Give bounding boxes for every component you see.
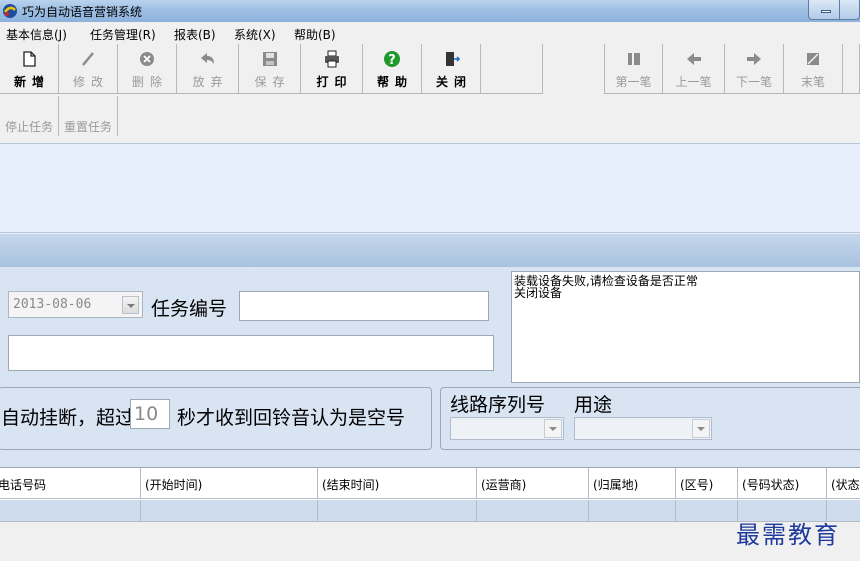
menu-bar: 基本信息(J) 任务管理(R) 报表(B) 系统(X) 帮助(B) — [0, 22, 860, 44]
line-serial-select[interactable] — [450, 417, 564, 440]
next-record-button[interactable]: 下一笔 — [725, 44, 784, 94]
printer-icon — [324, 50, 339, 68]
date-dropdown-arrow-icon[interactable] — [122, 296, 139, 314]
last-record-button[interactable]: 末笔 — [784, 44, 843, 94]
info-panel — [0, 143, 860, 233]
phone-number-grid: 电话号码 (开始时间) (结束时间) (运营商) (归属地) (区号) (号码状… — [0, 467, 860, 521]
menu-system[interactable]: 系统(X) — [234, 26, 276, 43]
pencil-icon — [82, 52, 94, 66]
reset-task-button[interactable]: 重置任务 — [59, 96, 118, 136]
auto-hangup-group: 自动挂断，超过 10 秒才收到回铃音认为是空号 — [0, 387, 432, 450]
column-header-phone[interactable]: 电话号码 — [0, 468, 141, 499]
task-number-input[interactable] — [239, 291, 489, 321]
task-number-label: 任务编号 — [151, 298, 228, 320]
column-header-location[interactable]: (归属地) — [589, 468, 676, 499]
task-description-input[interactable] — [8, 335, 494, 371]
first-record-icon — [627, 53, 640, 65]
line-settings-group: 线路序列号 用途 — [440, 387, 860, 450]
first-record-button[interactable]: 第一笔 — [604, 44, 663, 94]
save-button[interactable]: 保存 — [239, 44, 301, 94]
date-value: 2013-08-06 — [13, 297, 92, 312]
watermark: 最需教育 — [736, 521, 840, 549]
floppy-disk-icon — [262, 52, 277, 66]
column-header-number-status[interactable]: (号码状态) — [738, 468, 827, 499]
seconds-value: 10 — [134, 403, 159, 425]
svg-text:?: ? — [388, 53, 396, 68]
close-button[interactable]: 关闭 — [422, 44, 481, 94]
grid-header: 电话号码 (开始时间) (结束时间) (运营商) (归属地) (区号) (号码状… — [0, 468, 860, 499]
chevron-down-icon[interactable] — [544, 419, 562, 438]
delete-button[interactable]: 删除 — [118, 44, 177, 94]
hangup-suffix-text: 秒才收到回铃音认为是空号 — [177, 407, 406, 429]
help-button[interactable]: ? 帮助 — [363, 44, 422, 94]
column-header-end-time[interactable]: (结束时间) — [318, 468, 477, 499]
log-line: 装载设备失败,请检查设备是否正常 — [514, 274, 698, 288]
window-controls — [808, 0, 860, 20]
arrow-left-icon — [686, 53, 701, 65]
window-title: 巧为自动语音营销系统 — [22, 5, 143, 19]
section-header-band — [0, 234, 860, 267]
last-record-icon — [807, 53, 819, 65]
help-icon: ? — [384, 51, 400, 68]
title-bar: 巧为自动语音营销系统 — [0, 0, 860, 22]
usage-label: 用途 — [574, 394, 613, 416]
grid-empty-area — [0, 521, 860, 561]
task-form: 2013-08-06 任务编号 装载设备失败,请检查设备是否正常 关闭设备 自动… — [0, 267, 860, 467]
table-row[interactable] — [0, 500, 860, 521]
menu-help[interactable]: 帮助(B) — [294, 26, 336, 43]
menu-reports[interactable]: 报表(B) — [174, 26, 216, 43]
menu-task-management[interactable]: 任务管理(R) — [90, 26, 156, 43]
chevron-down-icon[interactable] — [692, 419, 710, 438]
print-button[interactable]: 打印 — [301, 44, 363, 94]
discard-button[interactable]: 放弃 — [177, 44, 239, 94]
toolbar-spacer — [481, 44, 543, 94]
delete-icon — [140, 52, 154, 66]
toolbar-overflow — [843, 44, 860, 94]
menu-basic-info[interactable]: 基本信息(J) — [6, 26, 67, 43]
stop-task-button[interactable]: 停止任务 — [0, 96, 59, 136]
app-logo-icon — [3, 4, 17, 18]
device-log: 装载设备失败,请检查设备是否正常 关闭设备 — [511, 271, 860, 383]
edit-button[interactable]: 修改 — [59, 44, 118, 94]
log-line: 关闭设备 — [514, 286, 563, 300]
minimize-button[interactable] — [821, 10, 831, 13]
exit-door-icon — [446, 52, 460, 66]
seconds-input[interactable]: 10 — [130, 399, 170, 429]
column-header-status[interactable]: (状态 — [827, 468, 860, 499]
usage-select[interactable] — [574, 417, 712, 440]
line-serial-label: 线路序列号 — [450, 394, 546, 416]
toolbar: 新增 修改 删除 放弃 保存 打印 ? 帮助 关闭 第一笔 上一笔 下一笔 末笔… — [0, 44, 860, 142]
column-header-carrier[interactable]: (运营商) — [477, 468, 589, 499]
date-picker[interactable]: 2013-08-06 — [8, 291, 143, 318]
arrow-right-icon — [747, 53, 761, 65]
new-document-icon — [23, 51, 36, 67]
undo-arrow-icon — [200, 53, 214, 64]
column-header-start-time[interactable]: (开始时间) — [141, 468, 318, 499]
hangup-prefix-text: 自动挂断，超过 — [1, 407, 135, 429]
column-header-area-code[interactable]: (区号) — [676, 468, 738, 499]
new-button[interactable]: 新增 — [0, 44, 59, 94]
previous-record-button[interactable]: 上一笔 — [663, 44, 725, 94]
